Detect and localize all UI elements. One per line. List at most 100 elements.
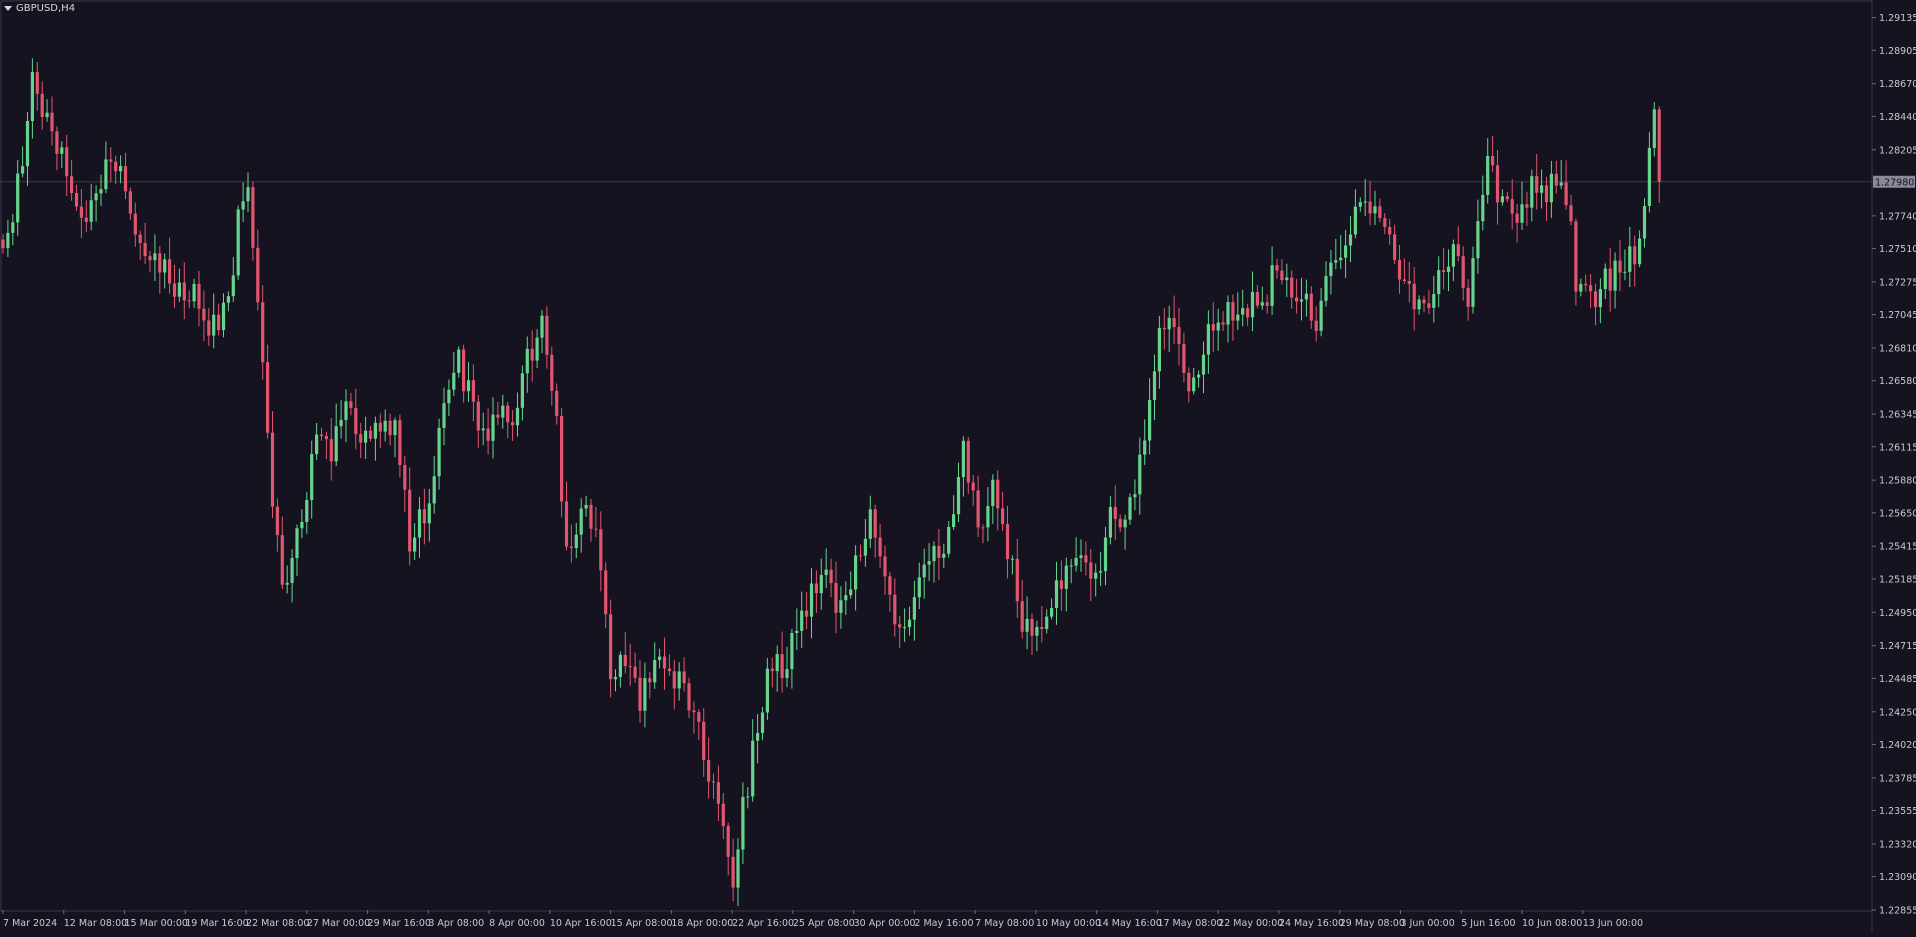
candle-body-bearish — [1515, 213, 1519, 223]
candle-body-bearish — [1618, 260, 1622, 273]
time-tick-label: 10 May 00:00 — [1036, 918, 1101, 929]
candle-body-bullish — [1540, 185, 1544, 193]
chevron-down-icon[interactable] — [4, 6, 12, 11]
time-tick-label: 14 May 16:00 — [1097, 918, 1162, 929]
candle-body-bearish — [976, 490, 980, 528]
candle-body-bullish — [751, 740, 755, 797]
candle-body-bullish — [579, 508, 583, 535]
candle-body-bullish — [1045, 616, 1049, 629]
candle-body-bearish — [266, 362, 270, 433]
candle-body-bearish — [1020, 601, 1024, 632]
price-tick-label: 1.25880 — [1879, 476, 1916, 487]
price-tick-label: 1.24250 — [1879, 707, 1916, 718]
candle-body-bearish — [1564, 182, 1568, 206]
candle-body-bearish — [324, 436, 328, 440]
candle-body-bearish — [1059, 580, 1063, 589]
candle-body-bearish — [1005, 524, 1010, 560]
candle-body-bullish — [927, 561, 931, 565]
time-tick-label: 15 Apr 08:00 — [611, 918, 673, 929]
candle-body-bearish — [172, 283, 177, 297]
candle-body-bullish — [30, 72, 34, 122]
candle-body-bullish — [1638, 238, 1642, 265]
candle-body-bullish — [952, 514, 956, 528]
candle-body-bullish — [800, 610, 804, 631]
candle-body-bearish — [1397, 259, 1402, 280]
candle-body-bullish — [21, 166, 25, 174]
candle-body-bullish — [643, 678, 647, 711]
candle-body-bearish — [1505, 196, 1509, 200]
candle-body-bullish — [584, 504, 588, 509]
candle-body-bullish — [212, 314, 216, 336]
candle-body-bullish — [192, 283, 196, 302]
candle-body-bearish — [1211, 324, 1215, 331]
price-tick-label: 1.23320 — [1879, 839, 1916, 850]
candle-body-bullish — [241, 201, 245, 210]
price-tick-label: 1.22855 — [1879, 906, 1916, 917]
time-tick-label: 22 Apr 16:00 — [732, 918, 794, 929]
candle-body-bullish — [94, 193, 98, 201]
symbol-label: GBPUSD,H4 — [16, 3, 76, 14]
candle-body-bullish — [226, 296, 230, 303]
candle-body-bearish — [55, 131, 59, 154]
candle-body-bullish — [1035, 627, 1039, 636]
candle-body-bullish — [300, 521, 304, 529]
candle-body-bullish — [231, 275, 235, 297]
price-tick-label: 1.26580 — [1879, 376, 1916, 387]
time-tick-label: 13 Jun 00:00 — [1583, 918, 1643, 929]
price-tick-label: 1.28205 — [1879, 145, 1916, 156]
chart-area[interactable]: 1.29135 1.28905 1.28670 1.28440 1.28205 1.277… — [0, 0, 1916, 933]
candle-body-bearish — [1422, 299, 1426, 304]
candle-body-bearish — [506, 405, 510, 423]
time-tick-label: 22 May 00:00 — [1218, 918, 1283, 929]
candle-body-bearish — [1255, 291, 1259, 306]
candle-body-bearish — [148, 256, 152, 261]
candle-body-bearish — [1084, 555, 1088, 563]
candle-body-bullish — [393, 420, 397, 436]
candle-body-bearish — [1388, 227, 1392, 235]
candle-body-bullish — [290, 557, 294, 583]
candle-body-bearish — [74, 193, 79, 207]
candle-body-bearish — [1554, 173, 1558, 186]
candle-body-bullish — [1334, 260, 1338, 263]
symbol-selector[interactable]: GBPUSD,H4 — [4, 3, 75, 14]
candle-body-bullish — [119, 166, 123, 172]
candle-body-bearish — [84, 217, 88, 222]
candlestick-chart[interactable]: 1.29135 1.28905 1.28670 1.28440 1.28205 1.277… — [0, 0, 1916, 933]
candle-body-bullish — [1103, 537, 1108, 572]
candle-body-bullish — [574, 534, 578, 548]
candle-body-bullish — [736, 849, 740, 888]
candle-body-bearish — [1295, 297, 1299, 302]
candle-body-bullish — [16, 173, 20, 223]
candle-body-bullish — [618, 654, 622, 677]
price-tick-label: 1.27740 — [1879, 211, 1916, 222]
candle-body-bearish — [770, 668, 774, 672]
candle-body-bullish — [947, 527, 951, 554]
candle-body-bearish — [1584, 283, 1588, 286]
candle-body-bullish — [481, 428, 485, 431]
candle-body-bearish — [471, 380, 475, 402]
candle-body-bearish — [638, 677, 642, 711]
candle-body-bearish — [697, 712, 701, 722]
candle-body-bearish — [1172, 317, 1176, 328]
candle-body-bullish — [1500, 196, 1504, 203]
candle-body-bullish — [246, 187, 250, 202]
candle-body-bearish — [937, 545, 941, 558]
candle-body-bullish — [1623, 271, 1627, 273]
price-tick-label: 1.23555 — [1879, 806, 1916, 817]
candle-body-bullish — [447, 389, 451, 404]
candle-body-bullish — [1064, 565, 1068, 589]
candle-body-bullish — [917, 577, 921, 598]
time-tick-label: 30 Apr 00:00 — [854, 918, 916, 929]
candle-body-bearish — [1383, 218, 1387, 228]
price-tick-label: 1.25185 — [1879, 574, 1916, 585]
candle-body-bullish — [177, 282, 181, 297]
candle-body-bullish — [1099, 571, 1103, 573]
candle-body-bullish — [760, 712, 765, 733]
price-tick-label: 1.29135 — [1879, 13, 1916, 24]
candle-body-bullish — [1613, 260, 1617, 291]
candle-body-bullish — [45, 112, 49, 118]
candle-body-bearish — [662, 656, 667, 669]
candle-body-bullish — [942, 553, 946, 558]
candle-body-bearish — [197, 283, 201, 309]
candle-body-bullish — [746, 796, 750, 798]
